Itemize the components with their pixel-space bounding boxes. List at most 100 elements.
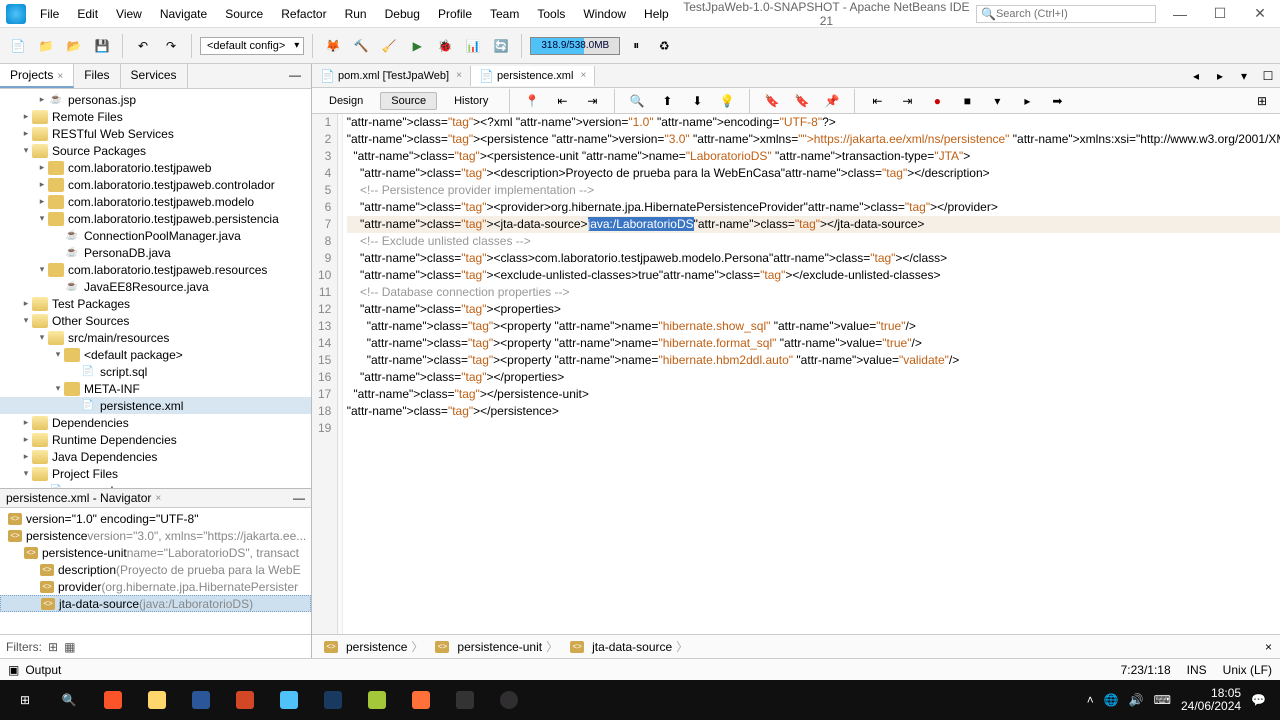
- close-icon[interactable]: ×: [580, 70, 586, 81]
- memory-gauge[interactable]: 318.9/538.0MB: [530, 37, 620, 55]
- code-line[interactable]: "attr-name">class="tag"><property "attr-…: [347, 335, 1280, 352]
- twisty-icon[interactable]: ▸: [20, 451, 32, 462]
- menu-team[interactable]: Team: [482, 3, 527, 25]
- close-breadcrumb-icon[interactable]: ×: [1265, 640, 1272, 654]
- tree-node[interactable]: ▸☕personas.jsp: [0, 91, 311, 108]
- twisty-icon[interactable]: ▸: [36, 162, 48, 173]
- global-search[interactable]: 🔍: [976, 5, 1156, 23]
- tree-node[interactable]: ▾Other Sources: [0, 312, 311, 329]
- reload-icon[interactable]: 🔄: [489, 34, 513, 58]
- tree-node[interactable]: ▸com.laboratorio.testjpaweb.modelo: [0, 193, 311, 210]
- filter-attributes-icon[interactable]: ⊞: [48, 640, 58, 654]
- tree-node[interactable]: ▸Dependencies: [0, 414, 311, 431]
- code-line[interactable]: "attr-name">class="tag"><properties>: [347, 301, 1280, 318]
- code-line[interactable]: [347, 420, 1280, 437]
- code-line[interactable]: "attr-name">class="tag"></persistence>: [347, 403, 1280, 420]
- shift-left-icon[interactable]: ⇤: [865, 89, 889, 113]
- undo-icon[interactable]: ↶: [131, 34, 155, 58]
- netbeans-taskbar-icon[interactable]: [268, 684, 310, 716]
- nav-node[interactable]: <>description (Proyecto de prueba para l…: [0, 561, 311, 578]
- browser-icon[interactable]: 🦊: [321, 34, 345, 58]
- code-line[interactable]: "attr-name">class="tag"><class>com.labor…: [347, 250, 1280, 267]
- macro-stop-icon[interactable]: ■: [955, 89, 979, 113]
- tree-node[interactable]: ☕PersonaDB.java: [0, 244, 311, 261]
- maximize-editor-icon[interactable]: ☐: [1256, 64, 1280, 88]
- menu-edit[interactable]: Edit: [69, 3, 106, 25]
- find-next-icon[interactable]: ⬇: [685, 89, 709, 113]
- code-content[interactable]: "attr-name">class="tag"><?xml "attr-name…: [343, 114, 1280, 634]
- search-input[interactable]: [996, 8, 1151, 20]
- goto-icon[interactable]: ➡: [1045, 89, 1069, 113]
- profile-icon[interactable]: 📊: [461, 34, 485, 58]
- tray-date[interactable]: 24/06/2024: [1181, 700, 1241, 713]
- breadcrumb-item[interactable]: <>persistence 〉: [320, 637, 427, 656]
- twisty-icon[interactable]: ▾: [36, 213, 48, 224]
- notepad-icon[interactable]: [356, 684, 398, 716]
- tree-node[interactable]: ▾com.laboratorio.testjpaweb.resources: [0, 261, 311, 278]
- twisty-icon[interactable]: ▸: [36, 179, 48, 190]
- source-view-button[interactable]: Source: [380, 92, 437, 110]
- menu-debug[interactable]: Debug: [377, 3, 428, 25]
- run-icon[interactable]: ▶: [405, 34, 429, 58]
- menu-source[interactable]: Source: [217, 3, 271, 25]
- code-line[interactable]: "attr-name">class="tag"><?xml "attr-name…: [347, 114, 1280, 131]
- filter-content-icon[interactable]: ▦: [64, 640, 75, 654]
- tree-node[interactable]: ☕ConnectionPoolManager.java: [0, 227, 311, 244]
- twisty-icon[interactable]: ▸: [20, 298, 32, 309]
- debug-icon[interactable]: 🐞: [433, 34, 457, 58]
- code-line[interactable]: "attr-name">class="tag"><persistence "at…: [347, 131, 1280, 148]
- clean-build-icon[interactable]: 🧹: [377, 34, 401, 58]
- brave-icon[interactable]: [92, 684, 134, 716]
- projects-tab[interactable]: Projects×: [0, 64, 74, 88]
- pause-indexing-icon[interactable]: ⏸: [624, 34, 648, 58]
- twisty-icon[interactable]: ▾: [52, 383, 64, 394]
- code-line[interactable]: "attr-name">class="tag"><provider>org.hi…: [347, 199, 1280, 216]
- save-all-icon[interactable]: 💾: [90, 34, 114, 58]
- config-dropdown[interactable]: <default config>: [200, 37, 304, 55]
- new-project-icon[interactable]: 📁: [34, 34, 58, 58]
- twisty-icon[interactable]: ▾: [20, 468, 32, 479]
- menu-tools[interactable]: Tools: [529, 3, 573, 25]
- twisty-icon[interactable]: ▾: [20, 315, 32, 326]
- menu-view[interactable]: View: [108, 3, 150, 25]
- tree-node[interactable]: ▸Remote Files: [0, 108, 311, 125]
- nav-node[interactable]: <>provider (org.hibernate.jpa.HibernateP…: [0, 578, 311, 595]
- navigator-tree[interactable]: <>version="1.0" encoding="UTF-8"<>persis…: [0, 508, 311, 634]
- breadcrumb-item[interactable]: <>persistence-unit 〉: [431, 637, 562, 656]
- comment-icon[interactable]: ▾: [985, 89, 1009, 113]
- code-editor[interactable]: 12345678910111213141516171819 "attr-name…: [312, 114, 1280, 634]
- twisty-icon[interactable]: ▾: [36, 332, 48, 343]
- twisty-icon[interactable]: ▾: [52, 349, 64, 360]
- services-tab[interactable]: Services: [121, 64, 188, 88]
- start-button[interactable]: ⊞: [4, 684, 46, 716]
- uncomment-icon[interactable]: ▸: [1015, 89, 1039, 113]
- menu-window[interactable]: Window: [575, 3, 634, 25]
- tree-node[interactable]: ▾Project Files: [0, 465, 311, 482]
- terminal-icon[interactable]: [444, 684, 486, 716]
- menu-refactor[interactable]: Refactor: [273, 3, 334, 25]
- back-icon[interactable]: ⇤: [550, 89, 574, 113]
- twisty-icon[interactable]: ▾: [36, 264, 48, 275]
- code-line[interactable]: "attr-name">class="tag"><property "attr-…: [347, 318, 1280, 335]
- twisty-icon[interactable]: ▸: [36, 94, 48, 105]
- find-selection-icon[interactable]: 🔍: [625, 89, 649, 113]
- language-icon[interactable]: ⌨: [1154, 693, 1171, 707]
- toggle-bookmark-icon[interactable]: 📌: [820, 89, 844, 113]
- code-line[interactable]: <!-- Exclude unlisted classes -->: [347, 233, 1280, 250]
- menu-run[interactable]: Run: [337, 3, 375, 25]
- tree-node[interactable]: 📄persistence.xml: [0, 397, 311, 414]
- prev-bookmark-icon[interactable]: 🔖: [760, 89, 784, 113]
- code-line[interactable]: "attr-name">class="tag"></properties>: [347, 369, 1280, 386]
- maximize-button[interactable]: ☐: [1200, 4, 1240, 24]
- last-edit-icon[interactable]: 📍: [520, 89, 544, 113]
- twisty-icon[interactable]: ▸: [20, 417, 32, 428]
- tree-node[interactable]: ▸Test Packages: [0, 295, 311, 312]
- shift-right-icon[interactable]: ⇥: [895, 89, 919, 113]
- tree-node[interactable]: ▾META-INF: [0, 380, 311, 397]
- project-tree[interactable]: ▸☕personas.jsp▸Remote Files▸RESTful Web …: [0, 89, 311, 488]
- open-project-icon[interactable]: 📂: [62, 34, 86, 58]
- forward-icon[interactable]: ⇥: [580, 89, 604, 113]
- code-line[interactable]: "attr-name">class="tag"></persistence-un…: [347, 386, 1280, 403]
- tray-chevron-icon[interactable]: ˄: [1087, 693, 1094, 707]
- nav-node[interactable]: <>version="1.0" encoding="UTF-8": [0, 510, 311, 527]
